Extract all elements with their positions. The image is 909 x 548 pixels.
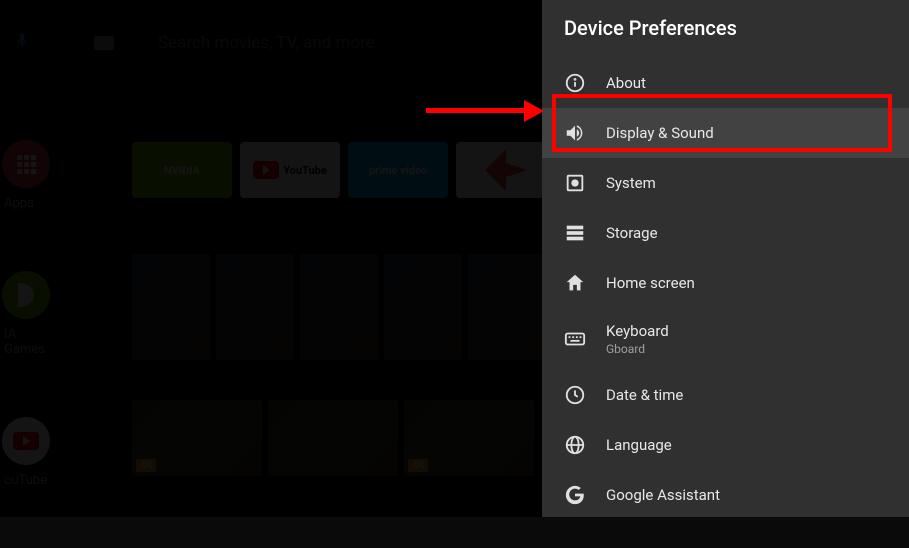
menu-item-language[interactable]: Language bbox=[542, 420, 909, 470]
info-icon bbox=[564, 72, 586, 94]
globe-icon bbox=[564, 434, 586, 456]
menu-item-system[interactable]: System bbox=[542, 158, 909, 208]
panel-title: Device Preferences bbox=[542, 0, 909, 58]
home-icon bbox=[564, 272, 586, 294]
menu-item-date-time[interactable]: Date & time bbox=[542, 370, 909, 420]
menu-label: Display & Sound bbox=[606, 124, 714, 142]
menu-item-storage[interactable]: Storage bbox=[542, 208, 909, 258]
keyboard-icon bbox=[564, 328, 586, 350]
storage-icon bbox=[564, 222, 586, 244]
menu-label: Google Assistant bbox=[606, 486, 720, 504]
dim-overlay bbox=[0, 0, 542, 517]
menu-item-home-screen[interactable]: Home screen bbox=[542, 258, 909, 308]
menu-sublabel: Gboard bbox=[606, 342, 669, 356]
clock-icon bbox=[564, 384, 586, 406]
menu-label: About bbox=[606, 74, 646, 92]
menu-label: Date & time bbox=[606, 386, 683, 404]
volume-icon bbox=[564, 122, 586, 144]
menu-label: Storage bbox=[606, 224, 658, 242]
menu-label: Home screen bbox=[606, 274, 695, 292]
menu-list: About Display & Sound System Storage Hom bbox=[542, 58, 909, 520]
menu-item-keyboard[interactable]: Keyboard Gboard bbox=[542, 308, 909, 370]
device-preferences-panel: Device Preferences About Display & Sound… bbox=[542, 0, 909, 517]
menu-label: Language bbox=[606, 436, 672, 454]
menu-item-google-assistant[interactable]: Google Assistant bbox=[542, 470, 909, 520]
google-icon bbox=[564, 484, 586, 506]
menu-item-about[interactable]: About bbox=[542, 58, 909, 108]
menu-label: Keyboard bbox=[606, 322, 669, 340]
menu-item-display-sound[interactable]: Display & Sound bbox=[542, 108, 909, 158]
menu-label: System bbox=[606, 174, 656, 192]
annotation-arrow bbox=[426, 108, 526, 113]
system-icon bbox=[564, 172, 586, 194]
